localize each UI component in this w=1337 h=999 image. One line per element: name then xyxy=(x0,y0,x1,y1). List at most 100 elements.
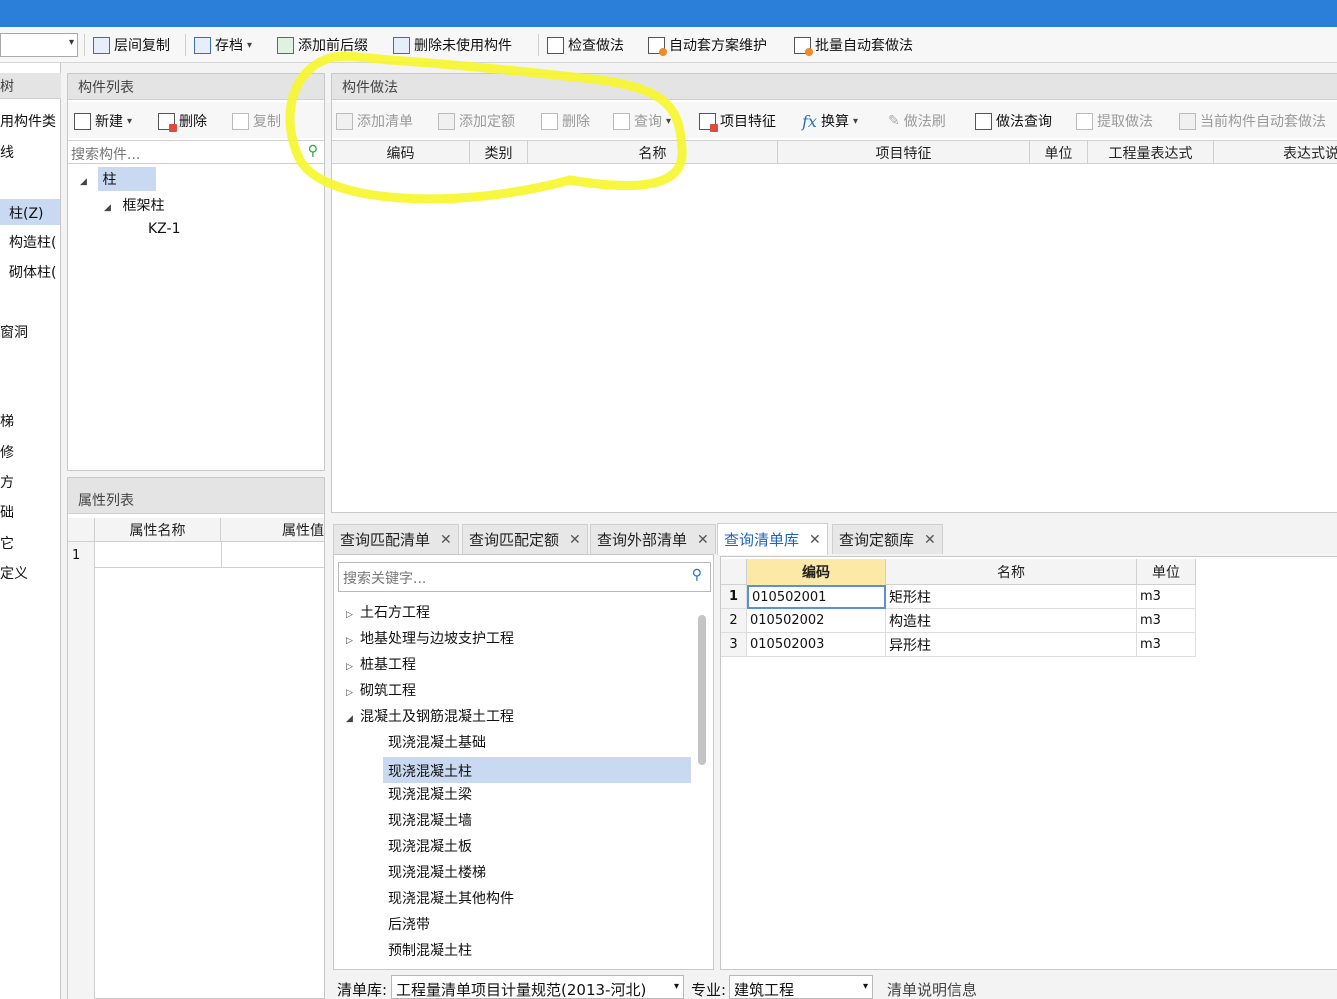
column-expression-desc: 表达式说明 xyxy=(1214,141,1337,163)
list-lib-select[interactable]: 工程量清单项目计量规范(2013-河北) ▾ xyxy=(391,975,684,999)
tree-node[interactable]: 后浇带 xyxy=(388,914,430,934)
result-cell-code[interactable]: 010502001 xyxy=(747,585,886,609)
nav-item[interactable]: 方 xyxy=(0,472,14,492)
project-features-button[interactable]: 项目特征 xyxy=(699,108,776,134)
result-cell-unit[interactable]: m3 xyxy=(1137,585,1196,609)
close-icon[interactable]: ✕ xyxy=(569,532,581,548)
batch-icon xyxy=(794,36,813,56)
result-cell-unit[interactable]: m3 xyxy=(1137,609,1196,633)
close-icon[interactable]: ✕ xyxy=(697,532,709,548)
property-row[interactable] xyxy=(95,542,324,568)
result-cell-name[interactable]: 矩形柱 xyxy=(886,585,1137,609)
major-select[interactable]: 建筑工程 ▾ xyxy=(729,975,873,999)
convert-button[interactable]: fx 换算 ▾ xyxy=(802,108,858,134)
nav-item[interactable]: 砌体柱( xyxy=(9,262,56,282)
result-cell-name[interactable]: 异形柱 xyxy=(886,633,1137,657)
chevron-down-icon: ▾ xyxy=(247,39,253,51)
major-label: 专业: xyxy=(691,981,727,999)
column-features: 项目特征 xyxy=(778,141,1030,163)
archive-button[interactable]: 存档 ▾ xyxy=(194,32,252,58)
nav-item[interactable]: 用构件类 xyxy=(0,111,56,131)
expand-icon[interactable]: ▷ xyxy=(346,688,360,698)
tab-match-list[interactable]: 查询匹配清单 ✕ xyxy=(333,524,459,554)
nav-item[interactable]: 梯 xyxy=(0,411,14,431)
nav-item[interactable]: 窗洞 xyxy=(0,322,28,342)
expand-icon[interactable]: ▷ xyxy=(346,636,360,646)
delete-component-button[interactable]: 删除 xyxy=(158,108,207,134)
tree-node[interactable]: 现浇混凝土板 xyxy=(388,836,472,856)
floor-combo[interactable]: ▾ xyxy=(0,33,78,57)
chevron-down-icon: ▾ xyxy=(673,981,679,992)
nav-item[interactable]: 修 xyxy=(0,442,14,462)
result-cell-code[interactable]: 010502002 xyxy=(747,609,886,633)
tree-node-frame-column[interactable]: ◢ 框架柱 xyxy=(104,195,164,215)
nav-item-selected[interactable]: 柱(Z) xyxy=(0,199,60,225)
tree-node[interactable]: 现浇混凝土基础 xyxy=(388,732,486,752)
property-name-header: 属性名称 xyxy=(95,518,221,542)
new-component-button[interactable]: 新建 ▾ xyxy=(74,108,132,134)
tree-node[interactable]: ▷ 砌筑工程 xyxy=(346,680,416,700)
method-query-button[interactable]: 做法查询 xyxy=(975,108,1052,134)
result-column-unit: 单位 xyxy=(1137,559,1196,585)
tree-node[interactable]: 现浇混凝土梁 xyxy=(388,784,472,804)
auto-apply-icon xyxy=(1179,112,1196,130)
auto-apply-method-button[interactable]: 当前构件自动套做法 xyxy=(1179,108,1326,134)
tree-node[interactable]: 预制混凝土柱 xyxy=(388,940,472,960)
property-header: 属性名称 属性值 xyxy=(68,518,324,542)
extract-icon xyxy=(1076,112,1093,130)
batch-auto-button[interactable]: 批量自动套做法 xyxy=(794,32,913,58)
title-bar xyxy=(0,0,1337,27)
method-query-icon xyxy=(975,112,992,130)
tree-node-selected[interactable]: 现浇混凝土柱 xyxy=(383,757,691,783)
component-search-input[interactable]: 搜索构件... xyxy=(71,144,140,164)
tab-match-quota[interactable]: 查询匹配定额 ✕ xyxy=(462,524,588,554)
tree-node-column[interactable]: ◢ 柱 xyxy=(80,167,157,191)
library-search-input[interactable]: 搜索关键字... xyxy=(343,568,426,588)
tab-external-list[interactable]: 查询外部清单 ✕ xyxy=(590,524,716,554)
scrollbar-thumb[interactable] xyxy=(698,615,706,765)
close-icon[interactable]: ✕ xyxy=(809,532,821,548)
nav-item[interactable]: 线 xyxy=(0,142,14,162)
column-unit: 单位 xyxy=(1030,141,1088,163)
property-value-header: 属性值 xyxy=(282,523,324,539)
tree-node[interactable]: ▷ 土石方工程 xyxy=(346,602,430,622)
expand-icon[interactable]: ◢ xyxy=(104,203,118,213)
tab-quota-library[interactable]: 查询定额库 ✕ xyxy=(832,524,943,554)
extract-method-button[interactable]: 提取做法 xyxy=(1076,108,1153,134)
method-brush-button[interactable]: ✎ 做法刷 xyxy=(888,108,946,134)
expand-icon[interactable]: ▷ xyxy=(346,662,360,672)
brush-icon: ✎ xyxy=(888,113,900,129)
tree-node[interactable]: 现浇混凝土其他构件 xyxy=(388,888,514,908)
expand-icon[interactable]: ▷ xyxy=(346,610,360,620)
highlight-annotation xyxy=(285,51,687,204)
result-cell-code[interactable]: 010502003 xyxy=(747,633,886,657)
row-number: 2 xyxy=(721,609,747,633)
close-icon[interactable]: ✕ xyxy=(440,532,452,548)
floor-copy-button[interactable]: 层间复制 xyxy=(93,32,170,58)
tree-node[interactable]: ▷ 桩基工程 xyxy=(346,654,416,674)
tree-node[interactable]: ▷ 地基处理与边坡支护工程 xyxy=(346,628,514,648)
left-nav-header: 树 xyxy=(0,73,61,99)
library-search[interactable]: 搜索关键字... ⚲ xyxy=(338,562,711,592)
tab-list-library[interactable]: 查询清单库 ✕ xyxy=(717,523,828,555)
result-column-name: 名称 xyxy=(886,559,1137,585)
list-lib-label: 清单库: xyxy=(337,981,388,999)
result-grid-header: 编码 名称 单位 xyxy=(721,559,1196,585)
nav-item[interactable]: 定义 xyxy=(0,563,28,583)
delete-icon xyxy=(158,112,177,132)
toolbar-separator xyxy=(84,34,85,56)
expand-icon[interactable]: ◢ xyxy=(80,177,94,187)
result-cell-unit[interactable]: m3 xyxy=(1137,633,1196,657)
list-info-link[interactable]: 清单说明信息 xyxy=(887,979,977,999)
nav-item[interactable]: 构造柱( xyxy=(9,232,56,252)
search-icon[interactable]: ⚲ xyxy=(692,567,702,583)
nav-item[interactable]: 础 xyxy=(0,502,14,522)
collapse-icon[interactable]: ◢ xyxy=(346,714,360,724)
tree-node[interactable]: ◢ 混凝土及钢筋混凝土工程 xyxy=(346,706,514,726)
tree-node[interactable]: 现浇混凝土墙 xyxy=(388,810,472,830)
close-icon[interactable]: ✕ xyxy=(924,532,936,548)
tree-node[interactable]: 现浇混凝土楼梯 xyxy=(388,862,486,882)
result-cell-name[interactable]: 构造柱 xyxy=(886,609,1137,633)
nav-item[interactable]: 它 xyxy=(0,533,14,553)
tree-node-kz1[interactable]: KZ-1 xyxy=(148,221,180,237)
